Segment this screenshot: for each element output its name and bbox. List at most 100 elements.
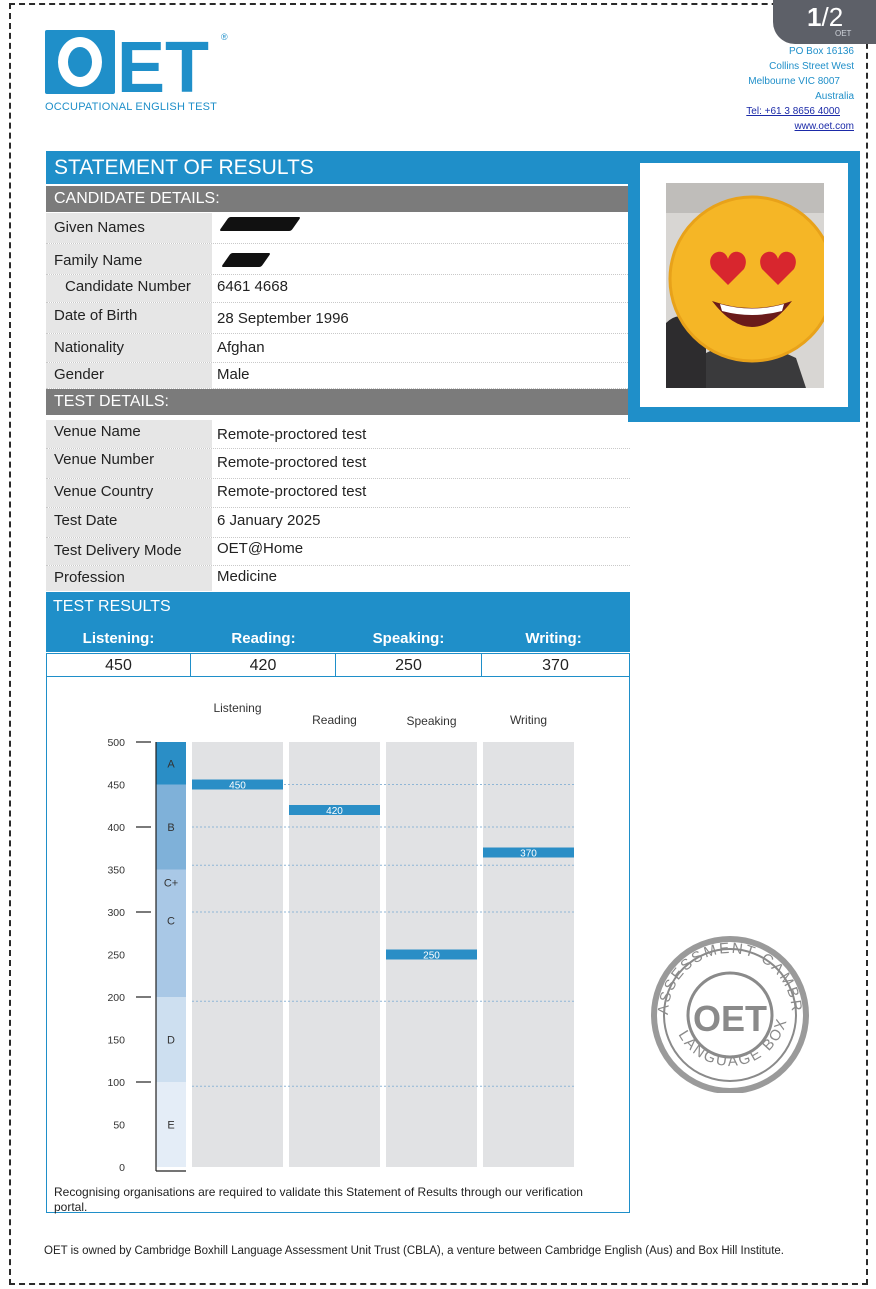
writing-score-value: 370 [481, 653, 630, 677]
category-label: Reading [312, 713, 357, 727]
heart-eyes-emoji-icon [668, 195, 824, 363]
score-column-bg [192, 742, 283, 1167]
score-chart: ABC+CDE500450400350300250200150100500Lis… [107, 701, 574, 1174]
score-marker-label: 450 [229, 781, 246, 792]
listening-score-value: 450 [46, 653, 191, 677]
section-title: TEST DETAILS: [54, 393, 169, 410]
y-tick-label: 300 [107, 907, 125, 919]
score-column-bg [483, 742, 574, 1167]
y-tick-label: 0 [119, 1162, 125, 1174]
gender-row: Gender Male [46, 363, 630, 389]
grade-label: A [167, 758, 175, 770]
y-tick-label: 500 [107, 737, 125, 749]
address-line: Australia [815, 91, 854, 102]
address-line: Melbourne VIC 8007 [748, 76, 840, 87]
reading-score-label: Reading: [231, 630, 296, 647]
listening-score-label: Listening: [82, 630, 155, 647]
field-label: Test Date [54, 512, 118, 529]
venue-number-value: Remote-proctored test [217, 454, 367, 471]
nationality-value: Afghan [217, 339, 265, 356]
grade-label: D [167, 1035, 175, 1047]
grade-label: B [167, 822, 174, 834]
y-tick-label: 50 [113, 1120, 125, 1132]
test-date-row: Test Date 6 January 2025 [46, 508, 630, 538]
grade-band [156, 869, 186, 912]
candidate-photo-frame [628, 151, 860, 422]
statement-title-bar: STATEMENT OF RESULTS [46, 151, 630, 184]
field-label: Venue Name [54, 423, 141, 440]
logo-letters: ET [117, 28, 209, 108]
redaction-mark [221, 253, 271, 267]
venue-name-value: Remote-proctored test [217, 426, 367, 443]
field-label: Venue Number [54, 451, 155, 468]
y-tick-label: 100 [107, 1077, 125, 1089]
page-indicator-sub: OET [835, 29, 852, 38]
field-label: Date of Birth [54, 307, 138, 324]
seal-center-text: OET [693, 998, 767, 1039]
logo-o-mark [45, 30, 115, 94]
redaction-mark [219, 217, 301, 231]
category-label: Writing [510, 713, 547, 727]
y-tick-label: 200 [107, 992, 125, 1004]
candidate-number-value: 6461 4668 [217, 278, 288, 295]
candidate-photo [666, 183, 824, 388]
profession-row: Profession Medicine [46, 566, 630, 591]
address-block: PO Box 16136 Collins Street West Melbour… [746, 44, 854, 134]
y-tick-label: 250 [107, 950, 125, 962]
test-date-value: 6 January 2025 [217, 512, 321, 529]
venue-country-value: Remote-proctored test [217, 483, 367, 500]
y-tick-label: 350 [107, 865, 125, 877]
cambridge-boxhill-seal: ASSESSMENT CAMBRIDGE LANGUAGE BOXHILL OE… [646, 935, 809, 1093]
grade-label: E [167, 1120, 174, 1132]
verification-footnote: Recognising organisations are required t… [54, 1185, 583, 1214]
y-tick-label: 150 [107, 1035, 125, 1047]
section-title: CANDIDATE DETAILS: [54, 190, 220, 207]
page-title: STATEMENT OF RESULTS [54, 156, 314, 179]
delivery-mode-value: OET@Home [217, 540, 304, 557]
test-results-title: TEST RESULTS [53, 598, 171, 615]
speaking-score-label: Speaking: [372, 630, 445, 647]
field-label: Candidate Number [65, 278, 191, 295]
reading-score-value: 420 [190, 653, 336, 677]
candidate-details-heading: CANDIDATE DETAILS: [46, 186, 628, 212]
field-label: Venue Country [54, 483, 154, 500]
gender-value: Male [217, 366, 250, 383]
field-label: Nationality [54, 339, 125, 356]
website-link[interactable]: www.oet.com [746, 119, 854, 134]
profession-value: Medicine [217, 568, 278, 585]
field-label: Given Names [54, 219, 145, 236]
delivery-mode-row: Test Delivery Mode OET@Home [46, 538, 630, 566]
grade-label: C [167, 916, 175, 928]
address-line: Collins Street West [769, 61, 854, 72]
candidate-number-row: Candidate Number 6461 4668 [46, 275, 630, 303]
test-results-bar: TEST RESULTS Listening: Reading: Speakin… [46, 592, 630, 652]
category-label: Speaking [406, 714, 456, 728]
field-label: Test Delivery Mode [54, 542, 182, 559]
y-tick-label: 400 [107, 822, 125, 834]
field-label: Family Name [54, 252, 143, 269]
y-tick-label: 450 [107, 780, 125, 792]
phone-link[interactable]: Tel: +61 3 8656 4000 [746, 104, 840, 119]
category-label: Listening [213, 701, 261, 715]
nationality-row: Nationality Afghan [46, 334, 630, 363]
score-marker-label: 420 [326, 806, 343, 817]
logo-subtitle: OCCUPATIONAL ENGLISH TEST [45, 101, 218, 113]
address-line: PO Box 16136 [788, 46, 854, 57]
given-names-row: Given Names [46, 213, 630, 244]
writing-score-label: Writing: [525, 630, 582, 647]
field-label: Profession [54, 569, 125, 586]
field-label: Gender [54, 366, 105, 383]
family-name-row: Family Name [46, 244, 630, 275]
venue-country-row: Venue Country Remote-proctored test [46, 479, 630, 508]
speaking-score-value: 250 [335, 653, 482, 677]
dob-value: 28 September 1996 [217, 310, 349, 327]
ownership-footer: OET is owned by Cambridge Boxhill Langua… [44, 1245, 784, 1257]
score-marker-label: 250 [423, 951, 440, 962]
page-indicator: 1/2 OET [773, 0, 876, 44]
venue-number-row: Venue Number Remote-proctored test [46, 449, 630, 479]
svg-text:®: ® [221, 32, 228, 42]
test-details-heading: TEST DETAILS: [46, 389, 628, 415]
score-chart-box: A B C+ C D E 500 450 400 350 300 250 200 150 100 50 0 Lis… [46, 677, 630, 1214]
venue-name-row: Venue Name Remote-proctored test [46, 420, 630, 449]
dob-row: Date of Birth 28 September 1996 [46, 303, 630, 334]
